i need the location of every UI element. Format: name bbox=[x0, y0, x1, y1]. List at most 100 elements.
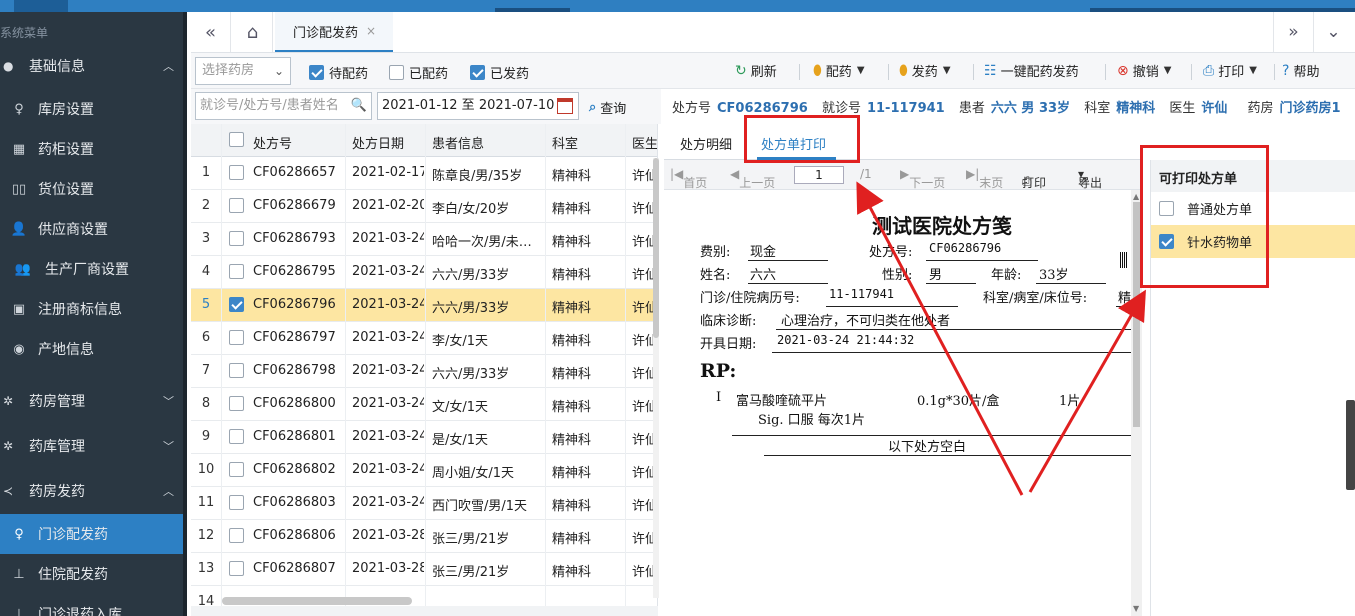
checkbox[interactable] bbox=[389, 65, 404, 80]
prepare-button[interactable]: ⬮ 配药 ▼ bbox=[813, 61, 865, 81]
chevron-down-icon: ﹀ bbox=[163, 440, 174, 453]
sidebar-group-warehouse[interactable]: ✲ 药库管理 ﹀ bbox=[0, 428, 187, 464]
tab-outpatient-dispense[interactable]: 门诊配发药 × bbox=[275, 12, 393, 52]
row-checkbox[interactable] bbox=[229, 561, 244, 576]
info-doctor: 许仙 bbox=[1201, 101, 1228, 116]
sidebar-item-outpatient-dispense[interactable]: ♀ 门诊配发药 bbox=[0, 514, 183, 554]
button-label: 打印 bbox=[1218, 65, 1245, 80]
filter-pending-checkbox[interactable]: 待配药 bbox=[309, 63, 368, 82]
export-button[interactable]: ⇗ 导出 ▾ bbox=[1078, 167, 1102, 190]
sidebar-item-origin[interactable]: ◉ 产地信息 bbox=[0, 329, 183, 369]
search-icon[interactable]: 🔍 bbox=[351, 93, 367, 119]
filter-prepared-checkbox[interactable]: 已配药 bbox=[389, 63, 448, 82]
sidebar-item-warehouse[interactable]: ♀ 库房设置 bbox=[0, 89, 183, 129]
columns-icon: ▯▯ bbox=[11, 181, 27, 197]
search-input[interactable]: 就诊号/处方号/患者姓名 🔍 bbox=[195, 92, 372, 120]
row-checkbox[interactable] bbox=[229, 198, 244, 213]
users-icon: 👥 bbox=[14, 261, 32, 277]
column-header[interactable]: 科室 bbox=[552, 133, 578, 152]
row-number: 4 bbox=[201, 264, 211, 279]
cell-dept: 精神科 bbox=[552, 532, 592, 547]
cell-patient: 是/女/1天 bbox=[432, 433, 489, 448]
refresh-icon: ↻ bbox=[735, 62, 747, 79]
one-click-dispense-button[interactable]: ☷ 一键配药发药 bbox=[984, 61, 1079, 81]
row-checkbox[interactable] bbox=[229, 165, 244, 180]
prescription-table: 处方号 处方日期 患者信息 科室 医生 1 CF06286657 2021-02-1… bbox=[191, 124, 658, 616]
button-label: 发药 bbox=[911, 65, 938, 80]
scroll-up-icon[interactable]: ▲ bbox=[1133, 192, 1139, 201]
row-checkbox[interactable] bbox=[229, 297, 244, 312]
sidebar-group-dispense[interactable]: ≺ 药房发药 ︿ bbox=[0, 473, 187, 509]
cell-patient: 李白/女/20岁 bbox=[432, 202, 510, 217]
divider bbox=[1105, 64, 1106, 80]
button-label: 下一页 bbox=[909, 176, 946, 190]
help-button[interactable]: ? 帮助 bbox=[1282, 61, 1319, 81]
info-label: 就诊号 bbox=[821, 101, 861, 116]
close-icon[interactable]: × bbox=[366, 24, 376, 38]
refresh-button[interactable]: ↻ 刷新 bbox=[735, 61, 777, 81]
tab-prescription-detail[interactable]: 处方明细 bbox=[680, 134, 732, 153]
caret-down-icon: ▼ bbox=[1163, 65, 1172, 76]
row-checkbox[interactable] bbox=[229, 396, 244, 411]
scroll-tabs-right-icon[interactable]: » bbox=[1273, 12, 1313, 52]
date-range-input[interactable]: 2021-01-12 至 2021-07-10 bbox=[377, 92, 579, 120]
sidebar-item-outpatient-return[interactable]: ⊥ 门诊退药入库 bbox=[0, 594, 183, 616]
drug-spec: 0.1g*30片/盒 bbox=[917, 394, 1000, 409]
cell-patient: 张三/男/21岁 bbox=[432, 532, 510, 547]
table-horizontal-scrollbar[interactable] bbox=[222, 597, 412, 605]
pharmacy-select[interactable]: 选择药房 ⌄ bbox=[195, 57, 291, 85]
sidebar-group-basic-info[interactable]: ● 基础信息 ︿ bbox=[0, 48, 187, 84]
chevron-down-icon: ⌄ bbox=[273, 64, 284, 78]
dispense-button[interactable]: ⬮ 发药 ▼ bbox=[899, 61, 951, 81]
sidebar-item-supplier[interactable]: 👤 供应商设置 bbox=[0, 209, 183, 249]
row-checkbox[interactable] bbox=[229, 462, 244, 477]
side-handle[interactable] bbox=[1346, 400, 1355, 490]
sidebar-group-pharmacy[interactable]: ✲ 药房管理 ﹀ bbox=[0, 383, 187, 419]
row-number: 5 bbox=[201, 297, 211, 312]
prev-page-button[interactable]: ◀ 上一页 bbox=[730, 167, 775, 190]
next-page-button[interactable]: ▶ 下一页 bbox=[900, 167, 945, 190]
cell-date: 2021-03-28 bbox=[352, 561, 424, 576]
scroll-down-icon[interactable]: ▼ bbox=[1133, 604, 1139, 613]
column-header[interactable]: 处方号 bbox=[253, 133, 292, 152]
row-checkbox[interactable] bbox=[229, 264, 244, 279]
print-button[interactable]: ⎙ 打印 ▼ bbox=[1203, 61, 1257, 81]
cell-patient: 六六/男/33岁 bbox=[432, 268, 510, 283]
chevron-down-icon[interactable]: ⌄ bbox=[1313, 12, 1353, 52]
column-header[interactable]: 患者信息 bbox=[432, 133, 484, 152]
row-checkbox[interactable] bbox=[229, 429, 244, 444]
page-number-input[interactable]: 1 bbox=[794, 166, 844, 184]
row-checkbox[interactable] bbox=[229, 528, 244, 543]
column-divider bbox=[221, 124, 222, 616]
home-icon[interactable]: ⌂ bbox=[233, 12, 273, 52]
row-checkbox[interactable] bbox=[229, 363, 244, 378]
column-header[interactable]: 处方日期 bbox=[352, 133, 404, 152]
first-page-button[interactable]: |◀ 首页 bbox=[670, 167, 707, 190]
last-page-button[interactable]: ▶| 末页 bbox=[966, 167, 1003, 190]
scrollbar-thumb[interactable] bbox=[1133, 202, 1140, 427]
drug-usage: Sig. 口服 每次1片 bbox=[758, 413, 866, 428]
select-all-checkbox[interactable] bbox=[229, 132, 244, 147]
calendar-icon[interactable] bbox=[557, 98, 573, 114]
revoke-button[interactable]: ⊗ 撤销 ▼ bbox=[1117, 61, 1172, 81]
column-header[interactable]: 医生 bbox=[632, 133, 657, 152]
row-checkbox[interactable] bbox=[229, 495, 244, 510]
sidebar-item-inpatient-dispense[interactable]: ⊥ 住院配发药 bbox=[0, 554, 183, 594]
scrollbar-thumb[interactable] bbox=[653, 158, 659, 338]
sidebar-scrollbar[interactable] bbox=[183, 12, 187, 616]
sidebar-item-cabinet[interactable]: ▦ 药柜设置 bbox=[0, 129, 183, 169]
sidebar-item-manufacturer[interactable]: 👥 生产厂商设置 bbox=[0, 249, 183, 289]
checkbox[interactable] bbox=[470, 65, 485, 80]
sidebar-item-location[interactable]: ▯▯ 货位设置 bbox=[0, 169, 183, 209]
checkbox[interactable] bbox=[309, 65, 324, 80]
collapse-double-left-icon[interactable]: « bbox=[191, 12, 231, 52]
table-vertical-scrollbar[interactable] bbox=[653, 158, 659, 598]
filter-dispensed-checkbox[interactable]: 已发药 bbox=[470, 63, 529, 82]
cell-rx: CF06286679 bbox=[253, 198, 336, 213]
cell-dept: 精神科 bbox=[552, 235, 592, 250]
sidebar-item-trademark[interactable]: ▣ 注册商标信息 bbox=[0, 289, 183, 329]
row-checkbox[interactable] bbox=[229, 330, 244, 345]
top-bar-tab[interactable] bbox=[14, 0, 68, 12]
row-checkbox[interactable] bbox=[229, 231, 244, 246]
query-button[interactable]: ⌕ 查询 bbox=[589, 98, 626, 117]
